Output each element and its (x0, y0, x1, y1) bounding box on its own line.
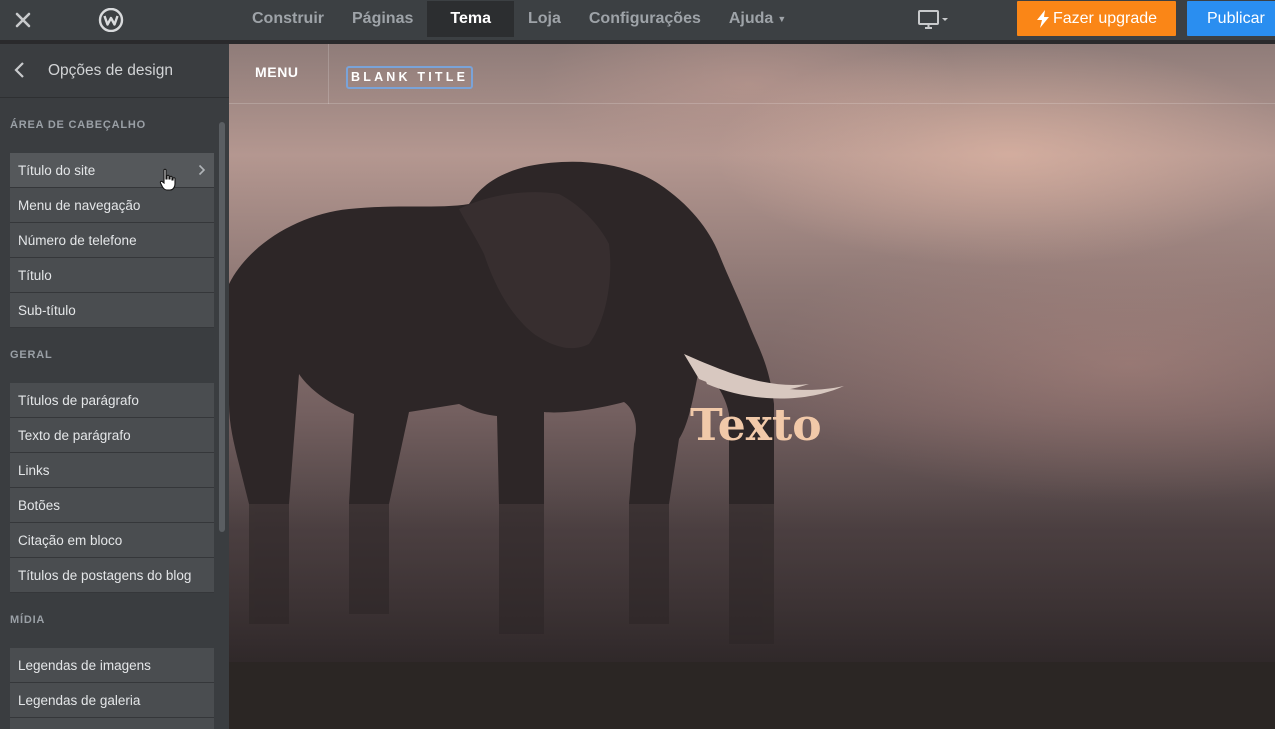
general-options: Títulos de parágrafo Texto de parágrafo … (10, 383, 214, 593)
nav-tema[interactable]: Tema (427, 1, 514, 37)
nav-paginas[interactable]: Páginas (338, 1, 427, 37)
upgrade-button[interactable]: Fazer upgrade (1017, 1, 1176, 36)
nav-tema-label: Tema (450, 10, 491, 27)
option-site-title[interactable]: Título do site (10, 153, 214, 188)
nav-construir-label: Construir (252, 10, 324, 27)
option-label: Botões (18, 497, 61, 513)
option-links[interactable]: Links (10, 453, 214, 488)
hero-banner[interactable]: MENU BLANK TITLE Texto (229, 44, 1275, 662)
weebly-logo-icon[interactable] (98, 7, 124, 33)
top-bar: Construir Páginas Tema Loja Configuraçõe… (0, 0, 1275, 40)
site-preview-canvas: MENU BLANK TITLE Texto (229, 44, 1275, 729)
option-image-captions[interactable]: Legendas de imagens (10, 648, 214, 683)
section-label-media: MÍDIA (10, 614, 46, 626)
media-options: Legendas de imagens Legendas de galeria (10, 648, 214, 729)
option-subtitle[interactable]: Sub-título (10, 293, 214, 328)
option-label: Texto de parágrafo (18, 427, 131, 443)
hero-heading[interactable]: Texto (690, 400, 822, 451)
site-menu-button[interactable]: MENU (255, 64, 299, 80)
header-divider (328, 44, 329, 104)
option-blog-post-titles[interactable]: Títulos de postagens do blog (10, 558, 214, 593)
site-title[interactable]: BLANK TITLE (346, 66, 474, 89)
publish-label: Publicar (1207, 9, 1265, 27)
option-paragraph-text[interactable]: Texto de parágrafo (10, 418, 214, 453)
option-partial[interactable] (10, 718, 214, 729)
nav-ajuda-label: Ajuda (728, 10, 774, 27)
option-label: Links (18, 462, 50, 478)
option-label: Menu de navegação (18, 197, 141, 213)
nav-configuracoes-label: Configurações (588, 10, 701, 27)
header-area-options: Título do site Menu de navegação Número … (10, 153, 214, 328)
option-label: Número de telefone (18, 232, 137, 248)
option-navigation-menu[interactable]: Menu de navegação (10, 188, 214, 223)
nav-loja[interactable]: Loja (514, 1, 575, 37)
chevron-right-icon (198, 164, 206, 176)
section-label-general: GERAL (10, 349, 53, 361)
desktop-monitor-icon[interactable] (917, 8, 951, 32)
sidebar-header: Opções de design (0, 44, 229, 98)
nav-paginas-label: Páginas (352, 10, 414, 27)
close-icon[interactable] (12, 9, 34, 31)
lightning-icon (1036, 9, 1049, 28)
option-phone-number[interactable]: Número de telefone (10, 223, 214, 258)
nav-construir[interactable]: Construir (238, 1, 338, 37)
option-title[interactable]: Título (10, 258, 214, 293)
option-label: Legendas de galeria (18, 692, 141, 708)
caret-down-icon: ▼ (777, 14, 787, 24)
option-paragraph-titles[interactable]: Títulos de parágrafo (10, 383, 214, 418)
sidebar-scrollbar[interactable] (219, 122, 225, 532)
back-chevron-icon[interactable] (12, 60, 28, 80)
option-label: Citação em bloco (18, 532, 123, 548)
main-nav: Construir Páginas Tema Loja Configuraçõe… (238, 0, 800, 40)
option-label: Sub-título (18, 302, 76, 318)
option-label: Títulos de postagens do blog (18, 567, 192, 583)
nav-configuracoes[interactable]: Configurações (575, 1, 715, 37)
option-gallery-captions[interactable]: Legendas de galeria (10, 683, 214, 718)
nav-loja-label: Loja (527, 10, 561, 27)
option-blockquote[interactable]: Citação em bloco (10, 523, 214, 558)
design-options-sidebar: Opções de design ÁREA DE CABEÇALHO Títul… (0, 44, 229, 729)
hand-cursor-icon (159, 168, 176, 191)
option-label: Títulos de parágrafo (18, 392, 139, 408)
elephant-background-image (229, 161, 1275, 662)
option-label: Legendas de imagens (18, 657, 151, 673)
upgrade-label: Fazer upgrade (1052, 9, 1158, 27)
sidebar-title: Opções de design (48, 62, 173, 79)
nav-ajuda[interactable]: Ajuda ▼ (715, 1, 800, 37)
site-header: MENU BLANK TITLE (229, 44, 1275, 104)
publish-button[interactable]: Publicar (1187, 1, 1275, 36)
option-label: Título do site (18, 162, 96, 178)
section-label-header-area: ÁREA DE CABEÇALHO (10, 119, 147, 131)
option-label: Título (18, 267, 52, 283)
option-buttons[interactable]: Botões (10, 488, 214, 523)
